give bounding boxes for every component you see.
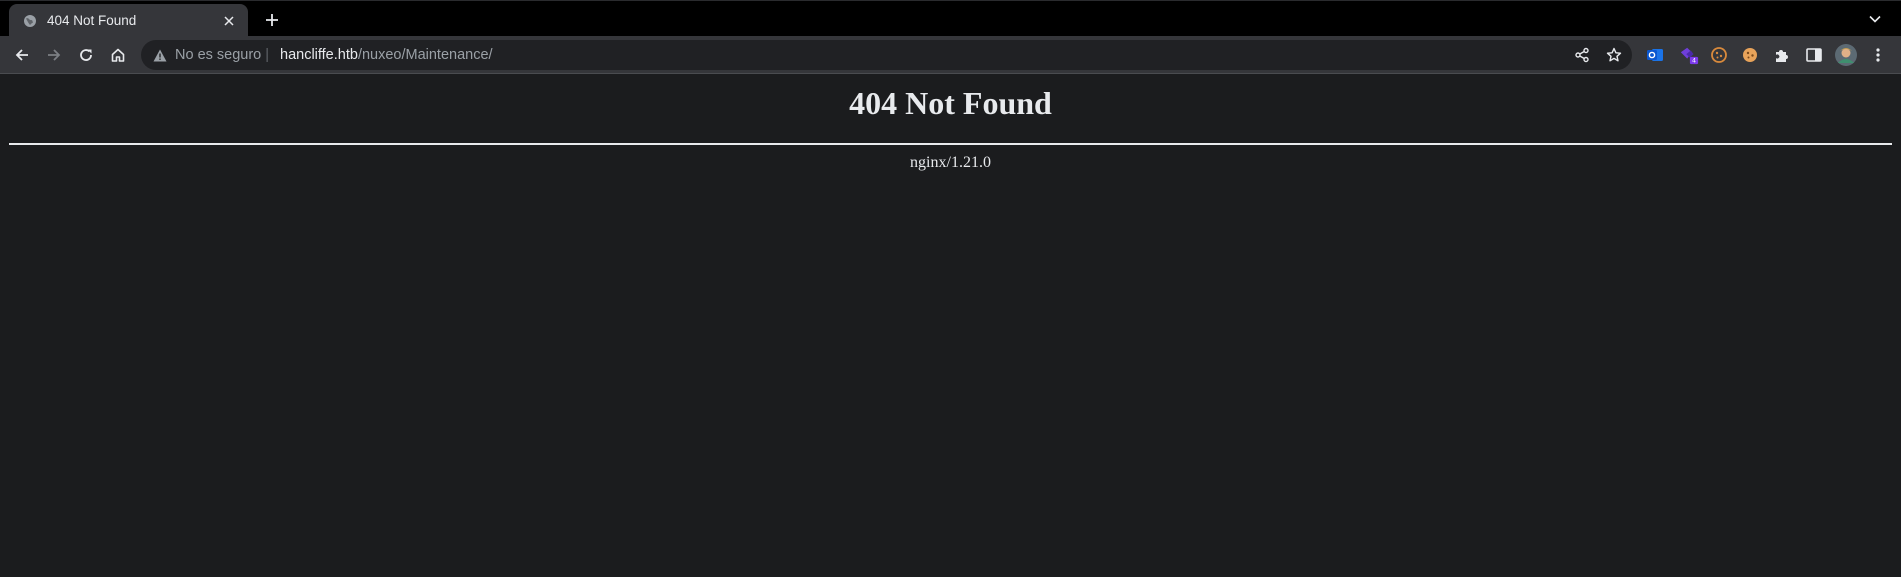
globe-icon	[22, 13, 38, 29]
warning-icon[interactable]	[152, 48, 167, 62]
new-tab-button[interactable]	[261, 9, 283, 31]
security-label-text: No es seguro	[175, 47, 262, 63]
home-icon	[111, 48, 125, 62]
tab-active[interactable]: 404 Not Found	[9, 4, 248, 37]
share-icon[interactable]	[1573, 46, 1591, 64]
puzzle-icon[interactable]	[1772, 45, 1792, 65]
url-path: /nuxeo/Maintenance/	[357, 47, 493, 63]
hacktools-extension-icon[interactable]: 4	[1679, 45, 1699, 65]
page-content: 404 Not Found nginx/1.21.0	[0, 74, 1901, 577]
back-button[interactable]	[9, 42, 35, 68]
server-signature: nginx/1.21.0	[910, 154, 991, 171]
star-icon[interactable]	[1605, 46, 1623, 64]
chevron-down-icon[interactable]	[1865, 9, 1885, 29]
cookie-editor-icon[interactable]	[1709, 45, 1729, 65]
reload-button[interactable]	[73, 42, 99, 68]
url-host: hancliffe.htb	[280, 47, 358, 63]
cookie-icon[interactable]	[1740, 45, 1760, 65]
reload-icon	[80, 49, 92, 61]
tab-strip: 404 Not Found	[0, 0, 1901, 37]
browser-toolbar: No es seguro | hancliffe.htb/nuxeo/Maint…	[0, 36, 1901, 74]
separator: |	[261, 47, 270, 63]
close-icon[interactable]	[220, 12, 238, 30]
tab-title: 404 Not Found	[47, 13, 137, 28]
url-text[interactable]: hancliffe.htb/nuxeo/Maintenance/	[280, 47, 493, 63]
profile-avatar-icon[interactable]	[1834, 43, 1858, 67]
home-button[interactable]	[105, 42, 131, 68]
page-title: 404 Not Found	[849, 85, 1052, 121]
outlook-extension-icon[interactable]	[1645, 45, 1665, 65]
arrow-left-icon	[15, 49, 28, 61]
extension-badge: 4	[1692, 58, 1696, 65]
security-status-label[interactable]: No es seguro |	[175, 47, 269, 63]
horizontal-rule	[9, 143, 1892, 145]
more-menu-icon[interactable]	[1868, 45, 1888, 65]
address-bar[interactable]: No es seguro | hancliffe.htb/nuxeo/Maint…	[141, 40, 1632, 70]
side-panel-icon[interactable]	[1804, 45, 1824, 65]
forward-button[interactable]	[41, 42, 67, 68]
arrow-right-icon	[48, 49, 61, 61]
